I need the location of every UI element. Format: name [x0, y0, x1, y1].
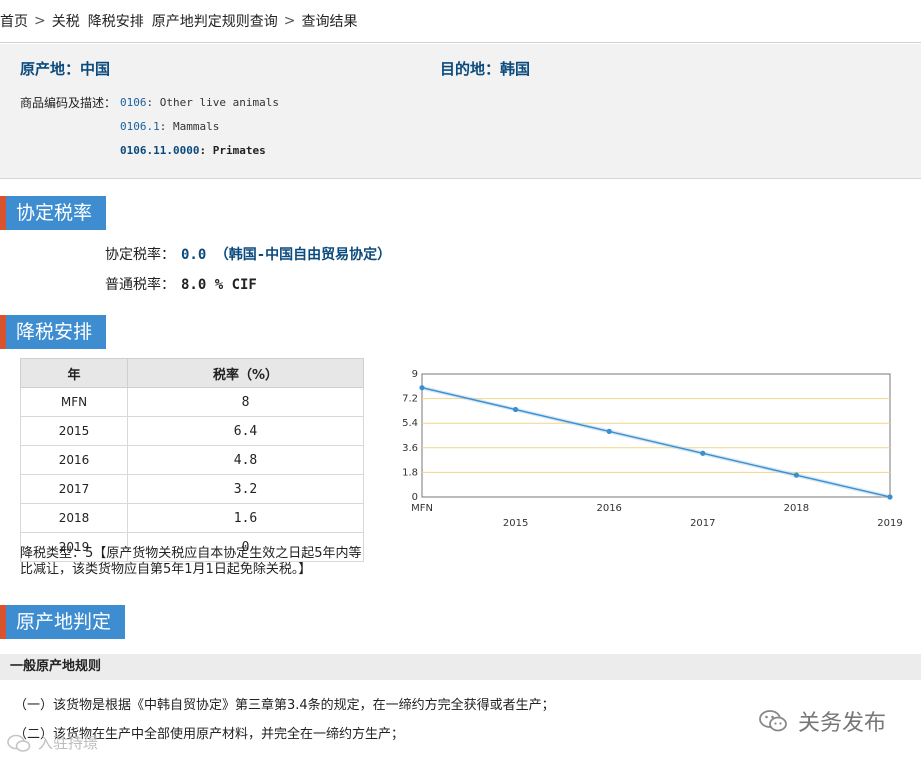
rate-cell: 6.4	[127, 416, 364, 446]
section-header-origin: 原产地判定	[0, 605, 126, 639]
y-tick-label: 3.6	[402, 443, 418, 454]
data-point	[419, 385, 425, 391]
data-point	[513, 406, 519, 413]
breadcrumb-home-link[interactable]: 首页	[0, 11, 28, 31]
y-tick-label: 9	[412, 369, 418, 380]
goods-item[interactable]: 0106: Other live animals	[120, 96, 279, 109]
y-tick-label: 7.2	[402, 394, 418, 405]
year-cell: 2018	[20, 503, 128, 533]
wechat-icon	[759, 710, 787, 732]
goods-code[interactable]: 0106	[120, 96, 147, 109]
y-tick-label: 5.4	[402, 418, 418, 429]
goods-label: 商品编码及描述：	[20, 96, 117, 110]
x-tick-label: 2017	[690, 518, 715, 529]
wechat-icon	[7, 734, 31, 752]
goods-code[interactable]: 0106.11.0000	[120, 144, 199, 157]
x-tick-label: 2015	[503, 518, 528, 529]
y-tick-label: 0	[412, 492, 418, 503]
rate-cell: 3.2	[127, 474, 364, 504]
breadcrumb-origin-query-link[interactable]: 原产地判定规则查询	[152, 11, 278, 31]
general-rate-row: 普通税率： 8.0 % CIF	[105, 274, 257, 294]
breadcrumb-tariff-cut-link[interactable]: 降税安排	[88, 11, 144, 31]
general-rate-label: 普通税率：	[105, 277, 175, 293]
watermark-left: 入驻持璟	[6, 732, 98, 753]
agreed-rate-value: 0.0 （韩国-中国自由贸易协定）	[181, 247, 392, 263]
section-header-agreed-rate: 协定税率	[0, 196, 107, 230]
tariff-schedule-table: 年 税率（%） MFN 8 2015 6.4 2016 4.8 2017 3.2…	[20, 358, 364, 562]
goods-code[interactable]: 0106.1	[120, 120, 160, 133]
origin: 原产地：中国	[20, 58, 110, 79]
origin-label: 原产地：	[20, 60, 81, 78]
origin-value: 中国	[80, 60, 111, 78]
general-rate-value: 8.0 % CIF	[181, 277, 257, 293]
tariff-rate-chart: 0 1.8 3.6 5.4 7.2 9 MFN 2015 2016 2017 2018 2019	[402, 369, 903, 529]
rate-cell: 4.8	[127, 445, 364, 475]
column-header-rate: 税率（%）	[127, 358, 364, 388]
section-title: 协定税率	[6, 196, 107, 230]
breadcrumb-current: 查询结果	[301, 14, 358, 30]
table-row: 2017 3.2	[20, 474, 364, 504]
chevron-right-icon: >	[34, 13, 46, 29]
goods-item-selected[interactable]: 0106.11.0000: Primates	[120, 144, 266, 157]
agreed-rate-row: 协定税率： 0.0 （韩国-中国自由贸易协定）	[105, 244, 391, 264]
query-info-panel: 原产地：中国 目的地：韩国 商品编码及描述： 0106: Other live …	[0, 44, 921, 179]
watermark-left-text: 入驻持璟	[38, 734, 99, 752]
goods-item[interactable]: 0106.1: Mammals	[120, 120, 219, 133]
tariff-cut-note: 降税类型：5【原产货物关税应自本协定生效之日起5年内等比减让，该类货物应自第5年…	[20, 546, 362, 577]
data-point	[700, 450, 706, 456]
x-tick-label: 2016	[596, 503, 621, 514]
rules-title: 一般原产地规则	[0, 654, 921, 680]
goods-desc: : Primates	[199, 144, 266, 157]
table-row: 2015 6.4	[20, 416, 364, 446]
section-title: 降税安排	[6, 315, 107, 349]
table-row: MFN 8	[20, 387, 364, 417]
x-tick-label: 2018	[784, 503, 809, 514]
x-tick-label: 2019	[877, 518, 902, 529]
year-cell: 2015	[20, 416, 128, 446]
goods-desc: : Mammals	[159, 120, 220, 133]
year-cell: 2016	[20, 445, 128, 475]
data-point	[606, 428, 612, 434]
column-header-year: 年	[20, 358, 128, 388]
section-header-tariff-cut: 降税安排	[0, 315, 107, 349]
table-row: 2018 1.6	[20, 503, 364, 533]
table-row: 2016 4.8	[20, 445, 364, 475]
x-tick-label: MFN	[411, 503, 433, 514]
section-title: 原产地判定	[6, 605, 126, 639]
chevron-right-icon: >	[283, 13, 296, 29]
watermark: 关务发布	[758, 705, 886, 737]
breadcrumb: 首页 > 关税 降税安排 原产地判定规则查询 > 查询结果	[0, 0, 921, 43]
table-header-row: 年 税率（%）	[20, 358, 364, 388]
breadcrumb-tariff-link[interactable]: 关税	[52, 11, 80, 31]
watermark-text: 关务发布	[798, 711, 887, 736]
destination: 目的地：韩国	[440, 58, 530, 79]
destination-label: 目的地：	[440, 60, 501, 78]
year-cell: MFN	[20, 387, 128, 417]
year-cell: 2017	[20, 474, 128, 504]
rate-cell: 8	[127, 387, 364, 417]
y-tick-label: 1.8	[402, 467, 418, 478]
data-point	[793, 472, 799, 478]
goods-desc: : Other live animals	[146, 96, 279, 109]
agreed-rate-label: 协定税率：	[105, 247, 175, 263]
rate-cell: 1.6	[127, 503, 364, 533]
data-point	[887, 494, 893, 500]
rule-line: （一）该货物是根据《中韩自贸协定》第三章第3.4条的规定，在一缔约方完全获得或者…	[14, 698, 555, 713]
destination-value: 韩国	[500, 60, 531, 78]
